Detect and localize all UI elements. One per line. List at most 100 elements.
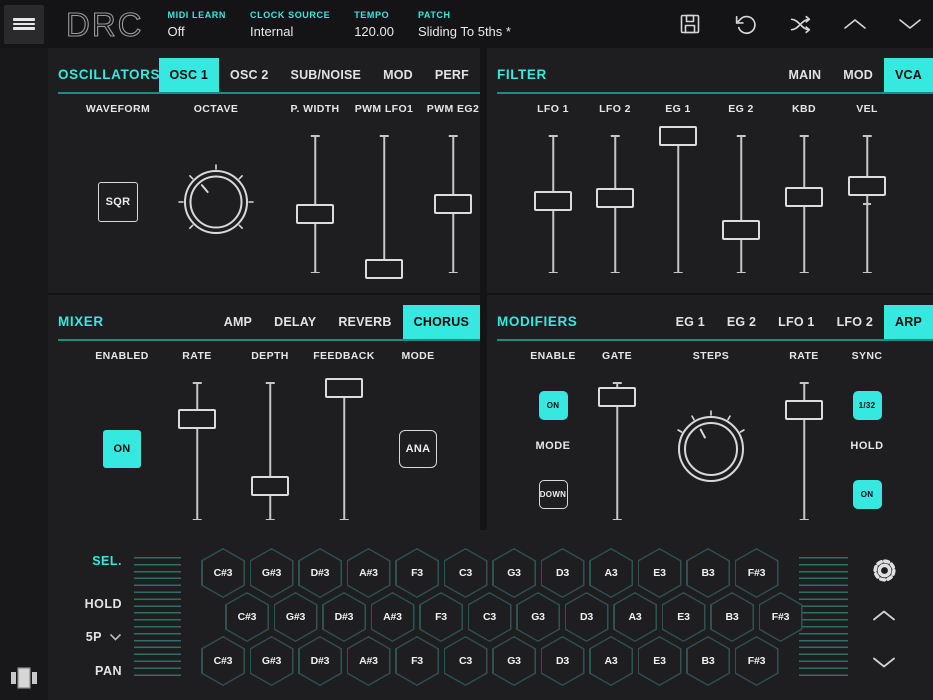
enabled-on-button[interactable]: ON	[103, 430, 141, 468]
sync-1-32-button[interactable]: 1/32	[853, 391, 882, 420]
tab-eg-1[interactable]: EG 1	[665, 305, 716, 339]
vel-slider-handle[interactable]	[848, 176, 886, 196]
pad-f-3[interactable]: F#3	[759, 592, 803, 642]
waveform-sqr-button[interactable]: SQR	[98, 182, 138, 222]
gate-slider-handle[interactable]	[598, 387, 636, 407]
tempo-value[interactable]: 120.00	[354, 24, 394, 39]
patch-name-value[interactable]: Sliding To 5ths *	[418, 24, 511, 39]
random-patch-button[interactable]	[787, 11, 813, 37]
depth-slider[interactable]	[250, 382, 290, 520]
tab-main[interactable]: MAIN	[777, 58, 832, 92]
pad-mode-sel[interactable]: SEL.	[48, 551, 122, 571]
pad-a-3[interactable]: A#3	[347, 548, 391, 598]
vel-slider[interactable]	[847, 135, 887, 273]
pad-f3[interactable]: F3	[395, 548, 439, 598]
pad-d3[interactable]: D3	[541, 636, 585, 686]
menu-button[interactable]	[4, 5, 44, 44]
pad-g3[interactable]: G3	[492, 548, 536, 598]
eg1-slider[interactable]	[658, 135, 698, 273]
pad-g3[interactable]: G3	[492, 636, 536, 686]
pad-a3[interactable]: A3	[589, 548, 633, 598]
pad-g3[interactable]: G3	[516, 592, 560, 642]
pwmeg2-slider[interactable]	[433, 135, 473, 273]
pad-b3[interactable]: B3	[686, 636, 730, 686]
tab-amp[interactable]: AMP	[213, 305, 263, 339]
midi-learn-value[interactable]: Off	[168, 24, 227, 39]
rate-slider-handle[interactable]	[178, 409, 216, 429]
pwmlfo1-slider-handle[interactable]	[365, 259, 403, 279]
tab-chorus[interactable]: CHORUS	[403, 305, 480, 339]
sync-on-button[interactable]: ON	[853, 480, 882, 509]
pad-f-3[interactable]: F#3	[735, 548, 779, 598]
pad-f3[interactable]: F3	[395, 636, 439, 686]
pwidth-slider-handle[interactable]	[296, 204, 334, 224]
lfo1-slider[interactable]	[533, 135, 573, 273]
pad-d3[interactable]: D3	[541, 548, 585, 598]
depth-slider-handle[interactable]	[251, 476, 289, 496]
pad-mode-pan[interactable]: PAN	[48, 661, 122, 681]
pad-d-3[interactable]: D#3	[298, 548, 342, 598]
steps-knob[interactable]	[669, 407, 753, 491]
pad-b3[interactable]: B3	[710, 592, 754, 642]
tab-arp[interactable]: ARP	[884, 305, 933, 339]
pad-e3[interactable]: E3	[638, 636, 682, 686]
pad-e3[interactable]: E3	[662, 592, 706, 642]
pad-c-3[interactable]: C#3	[225, 592, 269, 642]
pad-d3[interactable]: D3	[565, 592, 609, 642]
feedback-slider[interactable]	[324, 382, 364, 520]
gate-slider[interactable]	[597, 382, 637, 520]
lfo2-slider[interactable]	[595, 135, 635, 273]
pad-c-3[interactable]: C#3	[201, 636, 245, 686]
pad-g-3[interactable]: G#3	[250, 548, 294, 598]
tab-mod[interactable]: MOD	[832, 58, 884, 92]
pwidth-slider[interactable]	[295, 135, 335, 273]
pad-g-3[interactable]: G#3	[274, 592, 318, 642]
pad-b3[interactable]: B3	[686, 548, 730, 598]
left-touch-strip[interactable]	[134, 557, 181, 676]
tab-mod[interactable]: MOD	[372, 58, 424, 92]
mode-ana-button[interactable]: ANA	[399, 430, 437, 468]
undo-button[interactable]	[732, 11, 758, 37]
pad-settings-button[interactable]	[870, 556, 898, 584]
patch-up-button[interactable]	[842, 11, 868, 37]
octave-up-button[interactable]	[870, 605, 898, 625]
kbd-slider-handle[interactable]	[785, 187, 823, 207]
pad-a3[interactable]: A3	[613, 592, 657, 642]
tab-eg-2[interactable]: EG 2	[716, 305, 767, 339]
pad-f-3[interactable]: F#3	[735, 636, 779, 686]
clock-source-value[interactable]: Internal	[250, 24, 330, 39]
pad-f3[interactable]: F3	[419, 592, 463, 642]
tab-lfo-2[interactable]: LFO 2	[826, 305, 884, 339]
pad-c3[interactable]: C3	[468, 592, 512, 642]
enable-down-button[interactable]: DOWN	[539, 480, 568, 509]
pad-c-3[interactable]: C#3	[201, 548, 245, 598]
rate-slider[interactable]	[784, 382, 824, 520]
pad-mode-hold[interactable]: HOLD	[48, 594, 122, 614]
tab-osc-1[interactable]: OSC 1	[159, 58, 220, 92]
feedback-slider-handle[interactable]	[325, 378, 363, 398]
pad-d-3[interactable]: D#3	[298, 636, 342, 686]
tab-lfo-1[interactable]: LFO 1	[767, 305, 825, 339]
tab-osc-2[interactable]: OSC 2	[219, 58, 280, 92]
tab-perf[interactable]: PERF	[424, 58, 480, 92]
pad-a3[interactable]: A3	[589, 636, 633, 686]
save-button[interactable]	[677, 11, 703, 37]
pad-g-3[interactable]: G#3	[250, 636, 294, 686]
tab-delay[interactable]: DELAY	[263, 305, 327, 339]
pad-a-3[interactable]: A#3	[371, 592, 415, 642]
pad-d-3[interactable]: D#3	[322, 592, 366, 642]
rate-slider[interactable]	[177, 382, 217, 520]
tab-reverb[interactable]: REVERB	[327, 305, 402, 339]
right-touch-strip[interactable]	[799, 557, 848, 676]
patch-down-button[interactable]	[897, 11, 923, 37]
pad-a-3[interactable]: A#3	[347, 636, 391, 686]
octave-knob[interactable]	[174, 160, 258, 244]
enable-on-button[interactable]: ON	[539, 391, 568, 420]
lfo1-slider-handle[interactable]	[534, 191, 572, 211]
pad-e3[interactable]: E3	[638, 548, 682, 598]
pad-c3[interactable]: C3	[444, 548, 488, 598]
pwmeg2-slider-handle[interactable]	[434, 194, 472, 214]
rate-slider-handle[interactable]	[785, 400, 823, 420]
eg1-slider-handle[interactable]	[659, 126, 697, 146]
lfo2-slider-handle[interactable]	[596, 188, 634, 208]
